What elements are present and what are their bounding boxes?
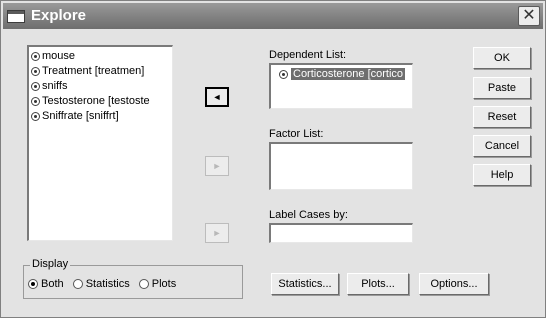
close-button[interactable]: ✕ [518,6,540,26]
variable-item-sniffrate[interactable]: Sniffrate [sniffrt] [29,110,172,125]
radio-unselected-icon [138,279,149,289]
plots-button[interactable]: Plots... [347,273,409,295]
source-variable-list[interactable]: mouse Treatment [treatmen] sniffs Testos… [27,45,173,241]
title-bar[interactable]: Explore ✕ [3,3,543,29]
scale-variable-icon [31,82,40,91]
factor-list-label: Factor List: [269,128,324,140]
move-label-cases-button[interactable]: ► [205,223,229,243]
paste-button[interactable]: Paste [473,77,531,99]
window-icon [7,10,25,23]
scale-variable-icon [279,70,288,79]
scale-variable-icon [31,52,40,61]
display-legend: Display [30,258,71,270]
dependent-item-corticosterone[interactable]: Corticosterone [cortico [275,68,412,83]
display-radio-both[interactable]: Both [28,278,64,290]
scale-variable-icon [31,67,40,76]
variable-item-treatment[interactable]: Treatment [treatmen] [29,65,172,80]
variable-item-testosterone[interactable]: Testosterone [testoste [29,95,172,110]
scale-variable-icon [31,112,40,121]
ok-button[interactable]: OK [473,47,531,69]
dependent-list[interactable]: Corticosterone [cortico [269,63,413,109]
variable-item-sniffs[interactable]: sniffs [29,80,172,95]
move-factor-button[interactable]: ► [205,156,229,176]
label-cases-field[interactable] [269,223,413,243]
display-radio-plots[interactable]: Plots [138,278,176,290]
explore-dialog: Explore ✕ mouse Treatment [treatmen] sni… [0,0,546,318]
radio-unselected-icon [72,279,83,289]
move-dependent-button[interactable]: ◄ [205,87,229,107]
factor-list[interactable] [269,142,413,190]
display-group: Display Both Statistics Plots [23,258,243,299]
variable-item-mouse[interactable]: mouse [29,50,172,65]
label-cases-label: Label Cases by: [269,209,348,221]
statistics-button[interactable]: Statistics... [271,273,339,295]
help-button[interactable]: Help [473,164,531,186]
radio-selected-icon [28,279,38,289]
display-radio-statistics[interactable]: Statistics [72,278,130,290]
reset-button[interactable]: Reset [473,106,531,128]
scale-variable-icon [31,97,40,106]
window-title: Explore [31,7,87,24]
options-button[interactable]: Options... [419,273,489,295]
cancel-button[interactable]: Cancel [473,135,531,157]
dependent-list-label: Dependent List: [269,49,347,61]
